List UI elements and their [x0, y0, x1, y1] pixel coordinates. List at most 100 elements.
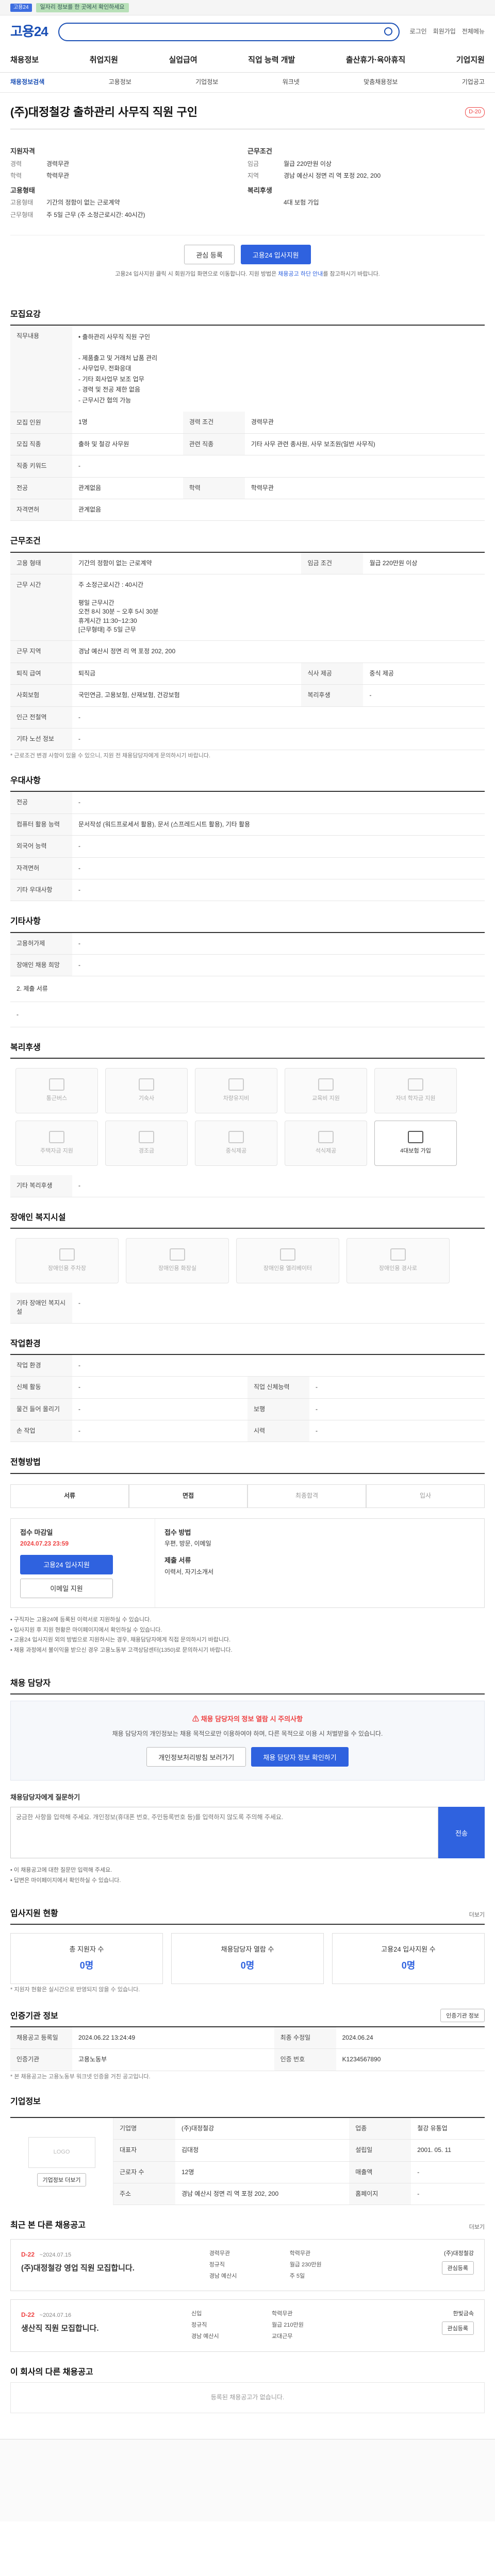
scrap-button[interactable]: 관심 등록 [184, 245, 235, 265]
section-note: * 근로조건 변경 사항이 있을 수 있으니, 지원 전 채용담당자에게 문의하… [10, 753, 211, 759]
recent-job-card[interactable]: D-22 ~2024.07.16 생산직 직원 모집합니다. 신입 학력무관 정… [10, 2299, 485, 2352]
summary-group-title: 근무조건 [248, 147, 272, 155]
question-input[interactable] [10, 1807, 438, 1859]
card-tag: 경남 예산시 [191, 2333, 219, 2340]
ramp-icon [390, 1248, 406, 1261]
section-note: * 본 채용공고는 고용노동부 워크넷 인증을 거친 공고입니다. [10, 2073, 151, 2080]
card-tag: 학력무관 [272, 2311, 293, 2317]
card-scrap-button[interactable]: 관심등록 [441, 2321, 474, 2335]
welfare-label: 중식제공 [225, 1148, 247, 1155]
row-value: 2024.06.22 13:24:49 [72, 2027, 274, 2049]
row-label: 고용허가제 [10, 933, 72, 955]
gnb-item[interactable]: 취업지원 [90, 55, 118, 66]
welfare-item: 기숙사 [105, 1068, 188, 1114]
subnav-item[interactable]: 워크넷 [283, 78, 300, 87]
sitemap-link[interactable]: 전체메뉴 [462, 27, 485, 36]
summary-value: 4대 보험 가입 [284, 199, 319, 207]
apply-online-button[interactable]: 고용24 입사지원 [20, 1554, 113, 1574]
stat-card: 채용담당자 열람 수 0명 [171, 1933, 324, 1985]
welfare-label: 4대보험 가입 [400, 1148, 431, 1155]
card-tag: 경력무관 [209, 2250, 230, 2257]
notice-link[interactable]: 채용공고 하단 안내 [278, 271, 323, 277]
footer [0, 2438, 495, 2521]
gnb-item[interactable]: 채용정보 [10, 55, 39, 66]
history-button[interactable]: 인증기관 정보 [440, 2008, 485, 2022]
row-value: 12명 [175, 2161, 350, 2184]
send-question-button[interactable]: 전송 [438, 1807, 485, 1859]
row-label: 업종 [349, 2117, 411, 2140]
row-value: - [72, 455, 485, 478]
row-label: 학력 [183, 477, 245, 500]
disability-label: 장애인용 엘리베이터 [263, 1265, 312, 1272]
row-value: - [72, 1420, 248, 1443]
subnav-item[interactable]: 고용정보 [109, 78, 131, 87]
site-logo[interactable]: 고용24 [10, 22, 48, 42]
docs-label: 제출 서류 [164, 1556, 191, 1564]
bus-icon [49, 1078, 64, 1091]
gnb-item[interactable]: 실업급여 [169, 55, 197, 66]
subnav-item[interactable]: 채용정보검색 [10, 78, 44, 87]
section-title: 복리후생 [10, 1042, 485, 1059]
gnb-item[interactable]: 직업 능력 개발 [248, 55, 295, 66]
search-input[interactable] [58, 23, 400, 41]
main-content: 지원자격 경력 경력무관 학력 학력무관 고용형태 고용형태 기간의 정함이 없는 근… [10, 129, 485, 2413]
etc-desc: - [10, 1002, 485, 1028]
section-note: * 지원자 현황은 실시간으로 반영되지 않을 수 있습니다. [10, 1987, 140, 1993]
top-bar: 고용24 일자리 정보를 한 곳에서 확인하세요 [0, 0, 495, 15]
process-steps: 서류 면접 최종합격 입사 [10, 1484, 485, 1508]
row-value: 철강 유통업 [411, 2117, 485, 2140]
gnb-item[interactable]: 출산휴가·육아휴직 [346, 55, 405, 66]
card-date: ~2024.07.16 [39, 2312, 72, 2319]
row-label: 장애인 채용 희망 [10, 954, 72, 977]
welfare-label: 차량유지비 [223, 1095, 250, 1102]
apply-box: 접수 마감일 2024.07.23 23:59 고용24 입사지원 이메일 지원… [10, 1518, 485, 1608]
row-label: 홈페이지 [349, 2183, 411, 2206]
row-value: - [411, 2183, 485, 2206]
row-value: - [411, 2161, 485, 2184]
row-label: 컴퓨터 활용 능력 [10, 814, 72, 836]
stat-value: 0명 [240, 1960, 255, 1971]
disability-label: 장애인용 경사로 [379, 1265, 417, 1272]
card-title[interactable]: (주)대정철강 영업 직원 모집합니다. [21, 2263, 135, 2274]
card-tag: 정규직 [209, 2261, 225, 2268]
subnav-item[interactable]: 맞춤채용정보 [364, 78, 398, 87]
company-more-button[interactable]: 기업정보 더보기 [37, 2173, 87, 2187]
row-value: 관계없음 [72, 499, 485, 521]
row-value: K1234567890 [336, 2048, 485, 2071]
join-link[interactable]: 회원가입 [433, 27, 456, 36]
row-label: 신체 활동 [10, 1376, 72, 1399]
privacy-button[interactable]: 개인정보처리방침 보러가기 [146, 1747, 246, 1767]
process-step: 서류 [10, 1484, 129, 1508]
stat-label: 총 지원자 수 [69, 1945, 104, 1954]
disability-item: 장애인용 주차장 [15, 1238, 119, 1283]
deadline-date: 2024.07.23 23:59 [20, 1540, 69, 1548]
section-workenv: 작업환경 작업 환경 - 신체 활동 - 직업 신체능력 - 물건 들어 올리기 - 보행 -… [10, 1338, 485, 1443]
row-label: 기타 노선 정보 [10, 728, 72, 751]
summary-value: 경남 예산시 정면 리 역 포정 202, 200 [284, 172, 381, 180]
subnav-item[interactable]: 기업공고 [462, 78, 485, 87]
section-title: 전형방법 [10, 1456, 485, 1474]
section-title: 근무조건 [10, 535, 485, 553]
work-table: 고용 형태 기간의 정함이 없는 근로계약 임금 조건 월급 220만원 이상 근무 … [10, 552, 485, 751]
apply-button[interactable]: 고용24 입사지원 [240, 245, 311, 265]
dinner-icon [318, 1131, 334, 1144]
recent-job-card[interactable]: D-22 ~2024.07.15 (주)대정철강 영업 직원 모집합니다. 경력… [10, 2239, 485, 2292]
elevator-icon [280, 1248, 295, 1261]
section-pref: 우대사항 전공 - 컴퓨터 활용 능력 문서작성 (워드프로세서 활용), 문서 (… [10, 775, 485, 902]
email-apply-button[interactable]: 이메일 지원 [20, 1578, 113, 1598]
row-value: - [72, 1376, 248, 1399]
gift-icon [139, 1131, 154, 1144]
gnb-item[interactable]: 기업지원 [456, 55, 485, 66]
row-label: 인증기관 [10, 2048, 72, 2071]
recent-more-link[interactable]: 더보기 [469, 2224, 485, 2232]
search-icon[interactable] [384, 27, 392, 36]
row-value: - [309, 1420, 485, 1443]
deadline-label: 접수 마감일 [20, 1528, 53, 1536]
row-value: 월급 220만원 이상 [363, 552, 485, 575]
card-title[interactable]: 생산직 직원 모집합니다. [21, 2323, 99, 2334]
view-contact-button[interactable]: 채용 담당자 정보 확인하기 [251, 1747, 349, 1767]
login-link[interactable]: 로그인 [410, 27, 427, 36]
card-scrap-button[interactable]: 관심등록 [441, 2261, 474, 2275]
stats-more-link[interactable]: 더보기 [469, 1911, 485, 1920]
subnav-item[interactable]: 기업정보 [195, 78, 218, 87]
